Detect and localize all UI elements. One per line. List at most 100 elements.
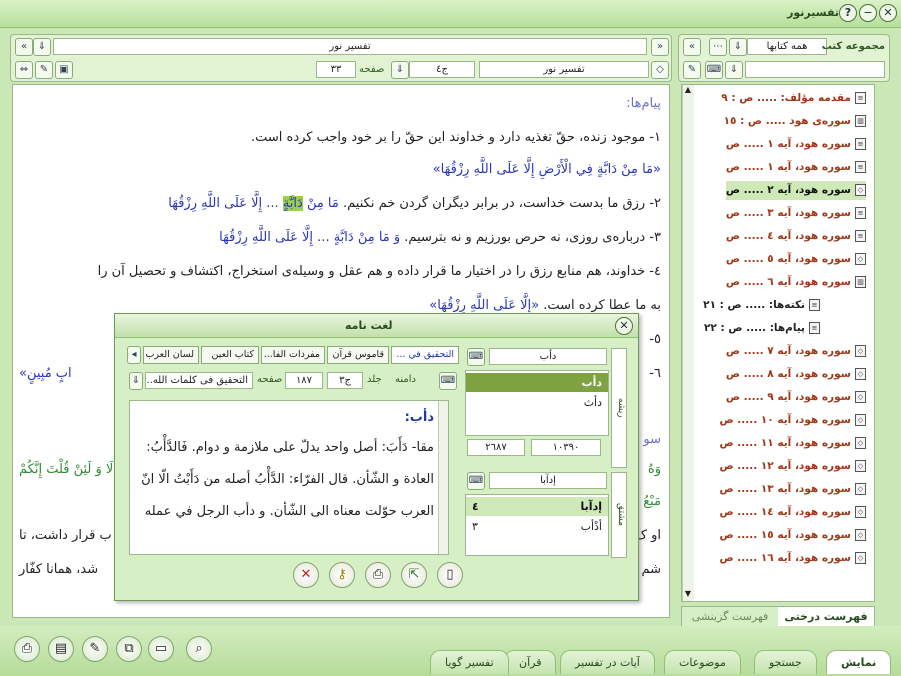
tree-item[interactable]: ≡ پیام‌ها: ..... ص : ٢٢ bbox=[704, 319, 820, 338]
tab-mufradat[interactable]: مفردات الفا... bbox=[261, 346, 325, 364]
prev-doc-icon[interactable]: « bbox=[15, 38, 33, 56]
layout-icon[interactable]: ▣ bbox=[55, 61, 73, 79]
tree-item[interactable]: ≡ سوره هود، آیه ١ ..... ص bbox=[726, 158, 866, 177]
tools-icon[interactable]: ✎ bbox=[683, 61, 701, 79]
print-icon[interactable]: ⎙ bbox=[365, 562, 391, 588]
list-item[interactable]: دأث bbox=[466, 393, 608, 412]
tree-item[interactable]: ◇ سوره هود، آیه ٨ ..... ص bbox=[726, 365, 866, 384]
tab-tahqiq[interactable]: التحقیق في ... bbox=[391, 346, 459, 364]
page-icon: ≡ bbox=[855, 230, 866, 242]
tab-quran[interactable]: قرآن bbox=[504, 650, 557, 674]
key-icon[interactable]: ⚷ bbox=[329, 562, 355, 588]
forward-icon[interactable]: ⇔ bbox=[15, 61, 33, 79]
tree-item[interactable]: ≡ سوره هود، آیه ٤ ..... ص bbox=[726, 227, 866, 246]
down-arrow-icon[interactable]: ⇓ bbox=[33, 38, 51, 56]
scroll-left-icon[interactable]: ◂ bbox=[127, 346, 141, 364]
book-tree: ▲ ▼ ≡ مقدمه مؤلف: ..... ص : ٩ ▥ سوره‌ی هود … bbox=[681, 84, 875, 602]
derivative-search-input[interactable]: إدآبا bbox=[489, 472, 607, 489]
close-button-icon[interactable]: ✕ bbox=[293, 562, 319, 588]
book-field[interactable]: تفسیر نور bbox=[479, 61, 649, 78]
tools-icon[interactable]: ✎ bbox=[35, 61, 53, 79]
down-arrow-icon[interactable]: ⇓ bbox=[129, 372, 143, 390]
keyboard-icon[interactable]: ⌨ bbox=[705, 61, 723, 79]
scroll-down-icon[interactable]: ▼ bbox=[682, 589, 694, 601]
text-scrollbar[interactable] bbox=[438, 401, 448, 554]
tree-item[interactable]: ◇ سوره هود، آیه ٧ ..... ص bbox=[726, 342, 866, 361]
close-icon[interactable]: ✕ bbox=[615, 317, 633, 335]
minimize-icon[interactable]: − bbox=[859, 4, 877, 22]
tree-item[interactable]: ◇سوره هود، آیه ١٥ ..... ص bbox=[720, 526, 866, 545]
tab-selection-list[interactable]: فهرست گزینشی bbox=[682, 607, 778, 627]
tree-search-input[interactable] bbox=[745, 61, 885, 78]
tree-item[interactable]: ▥ سوره‌ی هود ..... ص : ١٥ bbox=[724, 112, 866, 131]
keyboard-icon[interactable]: ⌨ bbox=[467, 472, 485, 490]
book-icon: ▥ bbox=[855, 276, 866, 288]
more-icon[interactable]: ⋯ bbox=[709, 38, 727, 56]
tree-item[interactable]: ≡ نکته‌ها: ..... ص : ٢١ bbox=[703, 296, 820, 315]
dict-volume-value[interactable]: ج٣ bbox=[327, 372, 363, 389]
keyboard-icon[interactable]: ⌨ bbox=[439, 372, 457, 390]
tab-topics[interactable]: موضوعات bbox=[664, 650, 741, 674]
tab-lisan-al-arab[interactable]: لسان العرب bbox=[143, 346, 199, 364]
tree-item-label: نکته‌ها: ..... ص : ٢١ bbox=[703, 299, 805, 311]
tree-item[interactable]: ◇ سوره هود، آیه ٢ ..... ص bbox=[725, 181, 866, 200]
export-icon[interactable]: ⇱ bbox=[401, 562, 427, 588]
doc-line: ب قرار داشت، تا bbox=[19, 528, 112, 543]
cube-icon: ◇ bbox=[855, 391, 866, 403]
tab-tree-list[interactable]: فهرست درختی bbox=[778, 607, 874, 627]
volume-field[interactable]: ج٤ bbox=[409, 61, 475, 78]
tree-scrollbar[interactable] bbox=[682, 85, 694, 601]
doc-text: به ما عطا کرده است. bbox=[539, 298, 661, 313]
tree-item[interactable]: ◇سوره هود، آیه ١٢ ..... ص bbox=[720, 457, 866, 476]
count-a: ١٠٣٩٠ bbox=[531, 439, 601, 456]
tab-verses-in-tafsir[interactable]: آیات در تفسیر bbox=[560, 650, 655, 674]
tree-item[interactable]: ◇ سوره هود، آیه ٩ ..... ص bbox=[726, 388, 866, 407]
tree-item-label: سوره هود، آیه ٥ ..... ص bbox=[725, 253, 851, 265]
dict-page-value[interactable]: ١٨٧ bbox=[285, 372, 323, 389]
root-search-input[interactable]: دأب bbox=[489, 348, 607, 365]
close-icon[interactable]: ✕ bbox=[879, 4, 897, 22]
tree-item[interactable]: ◇سوره هود، آیه ١٦ ..... ص bbox=[720, 549, 866, 568]
dict-book-field[interactable]: التحقیق فی کلمات الله... bbox=[145, 372, 253, 389]
tab-kitab-al-ain[interactable]: کتاب العین bbox=[201, 346, 259, 364]
keyboard-icon[interactable]: ⌨ bbox=[467, 348, 485, 366]
range-label: دامنه bbox=[395, 374, 416, 385]
tag-icon[interactable]: ◇ bbox=[651, 61, 669, 79]
list-item[interactable]: أدْأب ٣ bbox=[466, 517, 608, 536]
highlighted-word: دَابَّةٍ bbox=[282, 196, 303, 211]
tree-item[interactable]: ◇ سوره هود، آیه ٥ ..... ص bbox=[726, 250, 866, 269]
dialog-titlebar: لغت نامه ✕ bbox=[115, 314, 638, 338]
books-select[interactable]: همه کتابها bbox=[747, 38, 827, 55]
tree-item-label: سوره‌ی هود ..... ص : ١٥ bbox=[723, 115, 851, 127]
help-icon[interactable]: ? bbox=[839, 4, 857, 22]
tab-display[interactable]: نمایش bbox=[826, 650, 892, 674]
tree-item[interactable]: ◇سوره هود، آیه ١٤ ..... ص bbox=[720, 503, 866, 522]
tab-search[interactable]: جستجو bbox=[754, 650, 817, 674]
tree-item[interactable]: ◇سوره هود، آیه ١١ ..... ص bbox=[720, 434, 866, 453]
quran-verse: «مَا مِنْ دَابَّةٍ فِي الْأَرْضِ إِلَّا … bbox=[432, 162, 661, 177]
tree-item[interactable]: ≡ سوره هود، آیه ١ ..... ص bbox=[726, 135, 866, 154]
tree-item-label: سوره هود، آیه ٦ ..... ص bbox=[725, 276, 851, 288]
page-icon: ≡ bbox=[855, 138, 866, 150]
volume-dropdown-icon[interactable]: ⇓ bbox=[391, 61, 409, 79]
collapse-icon[interactable]: « bbox=[683, 38, 701, 56]
list-item[interactable]: دأب bbox=[466, 373, 608, 392]
tab-qamus-quran[interactable]: قاموس قرآن bbox=[327, 346, 389, 364]
next-doc-icon[interactable]: » bbox=[651, 38, 669, 56]
tab-derivative[interactable]: مشتق bbox=[611, 472, 627, 558]
list-item[interactable]: إدآبا ٤ bbox=[466, 497, 608, 516]
scroll-up-icon[interactable]: ▲ bbox=[682, 85, 694, 97]
down-arrow-icon[interactable]: ⇓ bbox=[729, 38, 747, 56]
tab-root[interactable]: ریشه bbox=[611, 348, 627, 468]
tree-item[interactable]: ◇سوره هود، آیه ١٠ ..... ص bbox=[720, 411, 866, 430]
down-arrow-icon[interactable]: ⇓ bbox=[725, 61, 743, 79]
tree-item[interactable]: ◇سوره هود، آیه ١٣ ..... ص bbox=[720, 480, 866, 499]
tree-item[interactable]: ≡ مقدمه مؤلف: ..... ص : ٩ bbox=[721, 89, 866, 108]
page-value[interactable]: ٣٣ bbox=[316, 61, 356, 78]
tree-item-label: سوره هود، آیه ١ ..... ص bbox=[725, 161, 851, 173]
cube-icon: ◇ bbox=[855, 460, 866, 472]
tab-audio-tafsir[interactable]: تفسیر گویا bbox=[430, 650, 509, 674]
tree-item[interactable]: ▥ سوره هود، آیه ٦ ..... ص bbox=[726, 273, 866, 292]
note-icon[interactable]: ▯ bbox=[437, 562, 463, 588]
tree-item[interactable]: ≡ سوره هود، آیه ٣ ..... ص bbox=[726, 204, 866, 223]
